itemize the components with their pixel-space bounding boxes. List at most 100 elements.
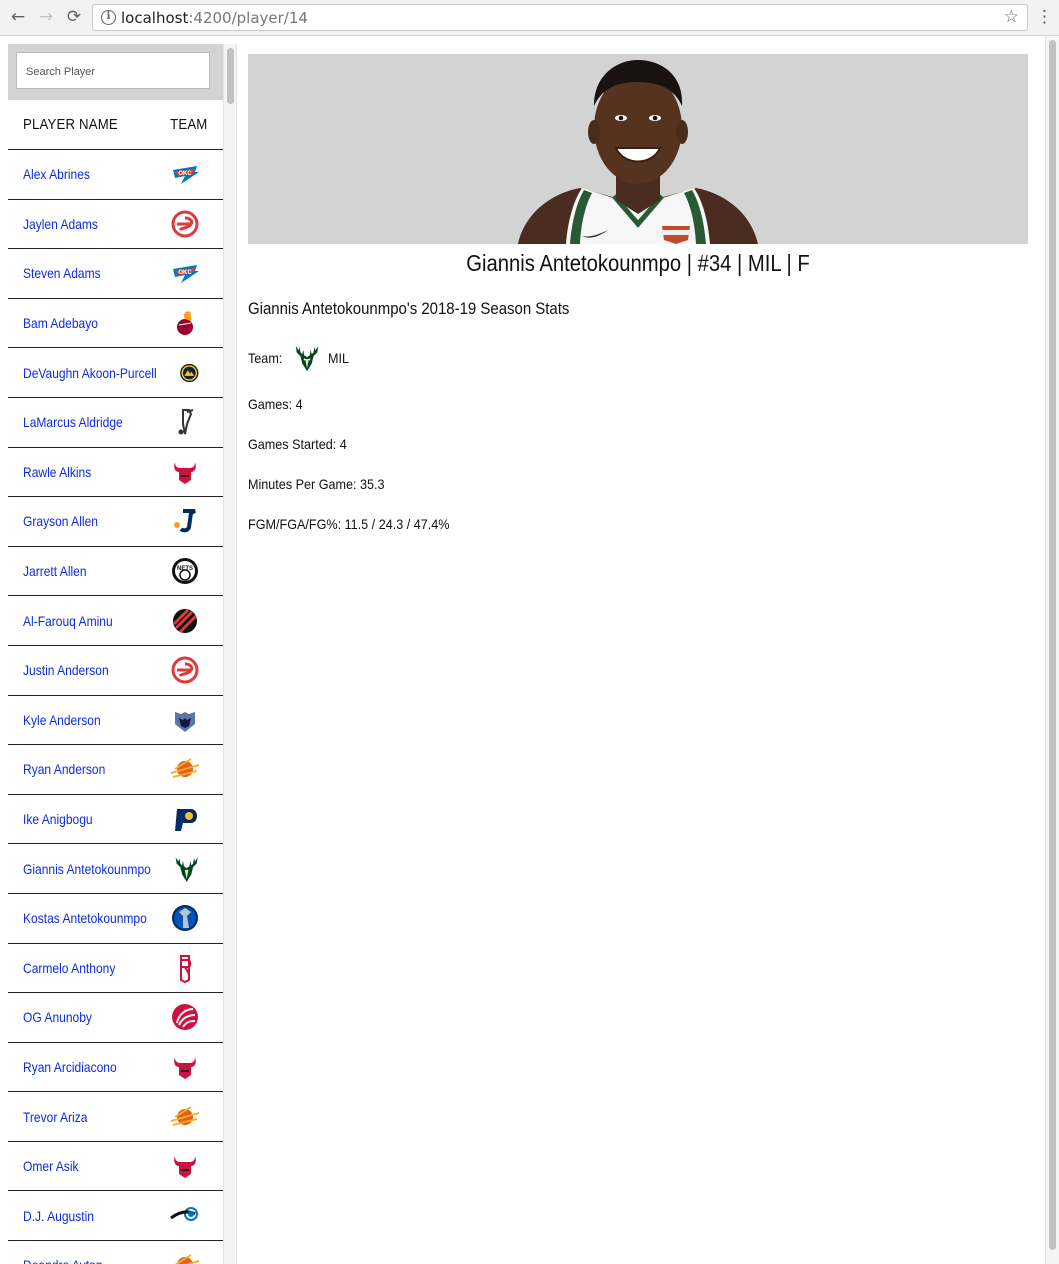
player-row[interactable]: Steven Adams OKC [8,249,223,299]
nets-logo-icon: NETS [172,558,198,585]
svg-text:OKC: OKC [178,270,192,276]
player-name-link[interactable]: DeVaughn Akoon-Purcell [23,365,157,381]
games-started-stat: Games Started: 4 [248,436,347,452]
player-name-link[interactable]: Carmelo Anthony [23,960,115,976]
player-row[interactable]: Ryan Arcidiacono [8,1043,223,1093]
team-label: Team: [248,350,283,366]
player-name-link[interactable]: Omer Asik [23,1158,79,1174]
nuggets-logo-icon [180,363,199,382]
minutes-per-game-stat: Minutes Per Game: 35.3 [248,476,385,492]
thunder-logo-icon: OKC [173,166,199,185]
player-row[interactable]: OG Anunoby [8,993,223,1043]
player-name-link[interactable]: OG Anunoby [23,1009,92,1025]
suns-logo-icon [175,1254,200,1264]
player-photo-banner [248,54,1028,244]
forward-arrow-icon[interactable]: → [34,5,58,29]
bulls-logo-icon [174,1056,196,1079]
shooting-stat: FGM/FGA/FG%: 11.5 / 24.3 / 47.4% [248,516,450,532]
player-name-link[interactable]: Bam Adebayo [23,315,98,331]
browser-toolbar: ← → ⟳ i localhost:4200/player/14 ☆ ⋮ [0,0,1059,36]
player-row[interactable]: D.J. Augustin [8,1191,223,1242]
player-name-link[interactable]: Ryan Anderson [23,761,105,777]
player-row[interactable]: Alex Abrines OKC [8,150,223,200]
hawks-logo-icon [171,656,199,684]
player-name-link[interactable]: Giannis Antetokounmpo [23,861,151,877]
search-container [8,44,223,100]
player-row[interactable]: Rawle Alkins [8,448,223,498]
sidebar-scroll-thumb[interactable] [227,48,234,104]
thunder-logo-icon: OKC [173,265,199,284]
player-row[interactable]: Kyle Anderson [8,696,223,746]
player-name-link[interactable]: Trevor Ariza [23,1109,87,1125]
player-name-link[interactable]: Deandre Ayton [23,1257,102,1264]
player-name-link[interactable]: Rawle Alkins [23,464,91,480]
team-stat: Team: MIL [248,341,1028,375]
player-name-column-header: PLAYER NAME [23,116,118,133]
bulls-logo-icon [174,461,196,484]
player-row[interactable]: Justin Anderson [8,646,223,696]
player-row[interactable]: Jaylen Adams [8,200,223,250]
player-row[interactable]: Al-Farouq Aminu [8,596,223,646]
bucks-logo-icon [175,856,198,882]
page-scrollbar[interactable] [1045,36,1059,1264]
reload-icon[interactable]: ⟳ [62,5,86,29]
player-row[interactable]: Giannis Antetokounmpo [8,844,223,894]
games-stat: Games: 4 [248,396,303,412]
player-name-link[interactable]: LaMarcus Aldridge [23,414,123,430]
player-list-sidebar: PLAYER NAME TEAM Alex Abrines OKC Jaylen A… [8,44,223,1264]
heat-logo-icon [177,311,193,336]
raptors-logo-icon [172,1004,198,1031]
player-row[interactable]: Jarrett Allen NETS [8,547,223,597]
player-row[interactable]: Grayson Allen [8,497,223,547]
player-name-link[interactable]: Ryan Arcidiacono [23,1059,117,1075]
player-list: Alex Abrines OKC Jaylen Adams Steven Adams O… [8,150,223,1264]
player-name-link[interactable]: Steven Adams [23,265,101,281]
player-name-link[interactable]: Jaylen Adams [23,216,98,232]
player-list-header: PLAYER NAME TEAM [8,100,223,150]
browser-menu-icon[interactable]: ⋮ [1036,6,1053,30]
player-detail: Giannis Antetokounmpo | #34 | MIL | F Gi… [248,54,1028,535]
season-stats-heading: Giannis Antetokounmpo's 2018-19 Season S… [248,299,570,318]
player-row[interactable]: Carmelo Anthony [8,944,223,994]
player-name-link[interactable]: Kyle Anderson [23,712,101,728]
player-name-link[interactable]: Alex Abrines [23,166,90,182]
player-title: Giannis Antetokounmpo | #34 | MIL | F [466,250,810,276]
sidebar-scrollbar[interactable] [223,44,237,1264]
player-row[interactable]: LaMarcus Aldridge [8,398,223,448]
player-headshot [518,60,758,244]
back-arrow-icon[interactable]: ← [6,5,30,29]
player-row[interactable]: Ike Anigbogu [8,795,223,845]
player-name-link[interactable]: Jarrett Allen [23,563,87,579]
player-row[interactable]: Deandre Ayton [8,1241,223,1264]
player-row[interactable]: Ryan Anderson [8,745,223,795]
info-icon[interactable]: i [101,10,116,25]
player-name-link[interactable]: Justin Anderson [23,662,109,678]
player-row[interactable]: Omer Asik [8,1142,223,1192]
svg-text:OKC: OKC [178,171,192,177]
player-name-link[interactable]: Grayson Allen [23,513,98,529]
team-abbr: MIL [328,350,350,366]
url-host: localhost [121,9,189,27]
bookmark-star-icon[interactable]: ☆ [1004,7,1019,27]
address-bar[interactable]: i localhost:4200/player/14 ☆ [92,4,1028,31]
spurs-logo-icon [178,409,194,435]
player-name-link[interactable]: Al-Farouq Aminu [23,613,113,629]
player-row[interactable]: Trevor Ariza [8,1092,223,1142]
hawks-logo-icon [171,210,199,238]
search-player-input[interactable] [16,52,210,89]
page-scroll-thumb[interactable] [1049,40,1056,1250]
player-row[interactable]: Kostas Antetokounmpo [8,894,223,944]
player-row[interactable]: DeVaughn Akoon-Purcell [8,348,223,398]
player-name-link[interactable]: Ike Anigbogu [23,811,93,827]
pacers-logo-icon [175,809,197,832]
bucks-logo-icon [295,345,319,372]
player-row[interactable]: Bam Adebayo [8,299,223,349]
bulls-logo-icon [174,1156,196,1179]
rockets-logo-icon [180,954,192,983]
player-name-link[interactable]: Kostas Antetokounmpo [23,910,147,926]
url-text[interactable]: localhost:4200/player/14 [121,9,308,27]
blazers-logo-icon [173,608,197,633]
suns-logo-icon [170,1105,200,1126]
mavericks-logo-icon [172,905,198,932]
player-name-link[interactable]: D.J. Augustin [23,1208,94,1224]
